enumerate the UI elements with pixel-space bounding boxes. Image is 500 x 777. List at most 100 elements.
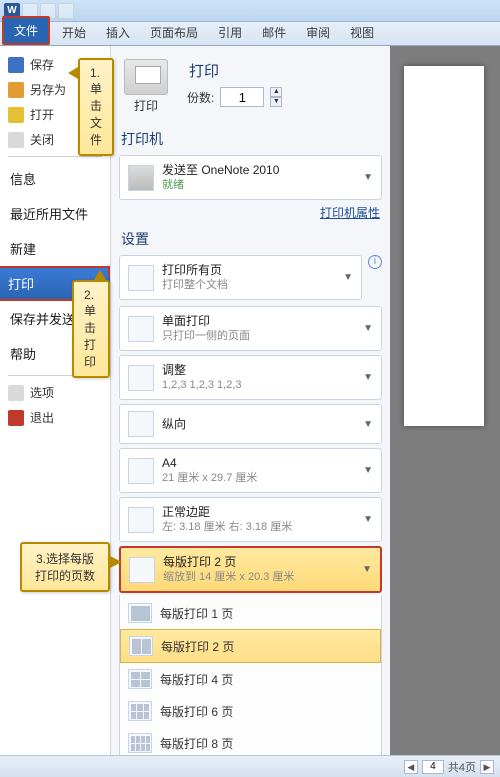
- two-up-icon: [129, 557, 155, 583]
- copies-input[interactable]: [220, 87, 264, 107]
- prev-page-button[interactable]: ◀: [404, 760, 418, 774]
- cmd-exit-label: 退出: [30, 409, 54, 426]
- copies-spinner[interactable]: ▲▼: [270, 87, 282, 107]
- per-sheet-option-label: 每版打印 6 页: [160, 703, 233, 720]
- printer-device-icon: [128, 165, 154, 191]
- spin-down-icon[interactable]: ▼: [270, 97, 282, 107]
- collate-icon: [128, 365, 154, 391]
- per-sheet-option-label: 每版打印 1 页: [160, 605, 233, 622]
- tab-file[interactable]: 文件: [2, 16, 50, 45]
- portrait-icon: [128, 411, 154, 437]
- chevron-down-icon: ▼: [363, 372, 373, 383]
- tab-home[interactable]: 开始: [52, 20, 96, 45]
- cmd-open-label: 打开: [30, 106, 54, 123]
- callout-step3: 3.选择每版打印的页数: [20, 542, 110, 592]
- status-bar: ◀ 共4页 ▶: [0, 755, 500, 777]
- duplex-main: 单面打印: [162, 313, 355, 329]
- pages-per-sheet-option[interactable]: 每版打印 8 页: [120, 727, 381, 755]
- print-button[interactable]: 打印: [119, 56, 173, 117]
- tab-references[interactable]: 引用: [208, 20, 252, 45]
- backstage-nav: 1.单击文件 保存 另存为 打开 关闭 信息 最近所用文件 新建 打印 保存并发…: [0, 46, 110, 755]
- ribbon-tabs: 文件 开始 插入 页面布局 引用 邮件 审阅 视图: [0, 22, 500, 46]
- paper-size-selector[interactable]: A421 厘米 x 29.7 厘米 ▼: [119, 448, 382, 493]
- print-panel: 打印 打印 份数: ▲▼ 打印机 发送至 OneNote 2010就绪 ▼ 打印…: [110, 46, 390, 755]
- chevron-down-icon: ▼: [363, 419, 373, 430]
- tab-view[interactable]: 视图: [340, 20, 384, 45]
- collate-selector[interactable]: 调整1,2,3 1,2,3 1,2,3 ▼: [119, 355, 382, 400]
- printer-heading: 打印机: [121, 129, 382, 149]
- copies-control: 份数: ▲▼: [187, 87, 382, 107]
- collate-sub: 1,2,3 1,2,3 1,2,3: [162, 378, 355, 393]
- cmd-options[interactable]: 选项: [0, 380, 110, 405]
- cmd-saveas-label: 另存为: [30, 81, 66, 98]
- chevron-down-icon: ▼: [363, 172, 373, 183]
- qat-redo-icon[interactable]: [58, 3, 74, 19]
- pages-per-sheet-option[interactable]: 每版打印 4 页: [120, 663, 381, 695]
- tab-layout[interactable]: 页面布局: [140, 20, 208, 45]
- margins-selector[interactable]: 正常边距左: 3.18 厘米 右: 3.18 厘米 ▼: [119, 497, 382, 542]
- backstage: 1.单击文件 保存 另存为 打开 关闭 信息 最近所用文件 新建 打印 保存并发…: [0, 46, 500, 755]
- print-preview: [390, 46, 500, 755]
- nav-new[interactable]: 新建: [0, 231, 110, 266]
- chevron-down-icon: ▼: [363, 465, 373, 476]
- chevron-down-icon: ▼: [363, 323, 373, 334]
- scope-main: 打印所有页: [162, 262, 335, 278]
- divider: [8, 156, 102, 157]
- pages-per-sheet-option[interactable]: 每版打印 2 页: [120, 629, 381, 663]
- duplex-selector[interactable]: 单面打印只打印一侧的页面 ▼: [119, 306, 382, 351]
- a4-icon: [128, 458, 154, 484]
- printer-status: 就绪: [162, 178, 355, 193]
- scope-sub: 打印整个文档: [162, 278, 335, 293]
- callout-step2: 2.单击打印: [72, 280, 110, 378]
- info-icon[interactable]: i: [368, 255, 382, 269]
- spin-up-icon[interactable]: ▲: [270, 87, 282, 97]
- tab-mailings[interactable]: 邮件: [252, 20, 296, 45]
- orientation-selector[interactable]: 纵向 ▼: [119, 404, 382, 444]
- per-sheet-thumb-icon: [128, 733, 152, 753]
- pages-per-sheet-option[interactable]: 每版打印 1 页: [120, 597, 381, 629]
- per-sheet-thumb-icon: [128, 603, 152, 623]
- orient-main: 纵向: [162, 416, 355, 432]
- copies-label: 份数:: [187, 89, 214, 106]
- per-sheet-thumb-icon: [128, 701, 152, 721]
- duplex-sub: 只打印一侧的页面: [162, 329, 355, 344]
- margins-main: 正常边距: [162, 504, 355, 520]
- per-sheet-thumb-icon: [128, 669, 152, 689]
- tab-review[interactable]: 审阅: [296, 20, 340, 45]
- callout-step1: 1.单击文件: [78, 58, 114, 156]
- tab-insert[interactable]: 插入: [96, 20, 140, 45]
- print-button-label: 打印: [122, 97, 170, 114]
- preview-page: [404, 66, 484, 426]
- title-bar: W: [0, 0, 500, 22]
- cmd-save-label: 保存: [30, 56, 54, 73]
- total-pages-label: 共4页: [448, 759, 476, 775]
- chevron-down-icon: ▼: [362, 564, 372, 575]
- per-sheet-thumb-icon: [129, 636, 153, 656]
- pages-icon: [128, 265, 154, 291]
- printer-selector[interactable]: 发送至 OneNote 2010就绪 ▼: [119, 155, 382, 200]
- cmd-close-label: 关闭: [30, 131, 54, 148]
- chevron-down-icon: ▼: [343, 272, 353, 283]
- nav-info[interactable]: 信息: [0, 161, 110, 196]
- margins-icon: [128, 507, 154, 533]
- paper-sub: 21 厘米 x 29.7 厘米: [162, 471, 355, 486]
- settings-heading: 设置: [121, 229, 382, 249]
- chevron-down-icon: ▼: [363, 514, 373, 525]
- pages-per-sheet-option[interactable]: 每版打印 6 页: [120, 695, 381, 727]
- cmd-options-label: 选项: [30, 384, 54, 401]
- margins-sub: 左: 3.18 厘米 右: 3.18 厘米: [162, 520, 355, 535]
- printer-properties-link[interactable]: 打印机属性: [119, 204, 380, 221]
- print-scope-selector[interactable]: 打印所有页打印整个文档 ▼: [119, 255, 362, 300]
- per-sheet-option-label: 每版打印 8 页: [160, 735, 233, 752]
- cmd-exit[interactable]: 退出: [0, 405, 110, 430]
- current-page-input[interactable]: [422, 760, 444, 774]
- nav-recent[interactable]: 最近所用文件: [0, 196, 110, 231]
- printer-icon: [124, 59, 168, 95]
- next-page-button[interactable]: ▶: [480, 760, 494, 774]
- pages-per-sheet-selector[interactable]: 每版打印 2 页缩放到 14 厘米 x 20.3 厘米 ▼: [119, 546, 382, 593]
- per-sheet-option-label: 每版打印 4 页: [160, 671, 233, 688]
- persheet-sub: 缩放到 14 厘米 x 20.3 厘米: [163, 570, 354, 585]
- print-heading: 打印: [189, 60, 382, 81]
- single-side-icon: [128, 316, 154, 342]
- persheet-main: 每版打印 2 页: [163, 554, 354, 570]
